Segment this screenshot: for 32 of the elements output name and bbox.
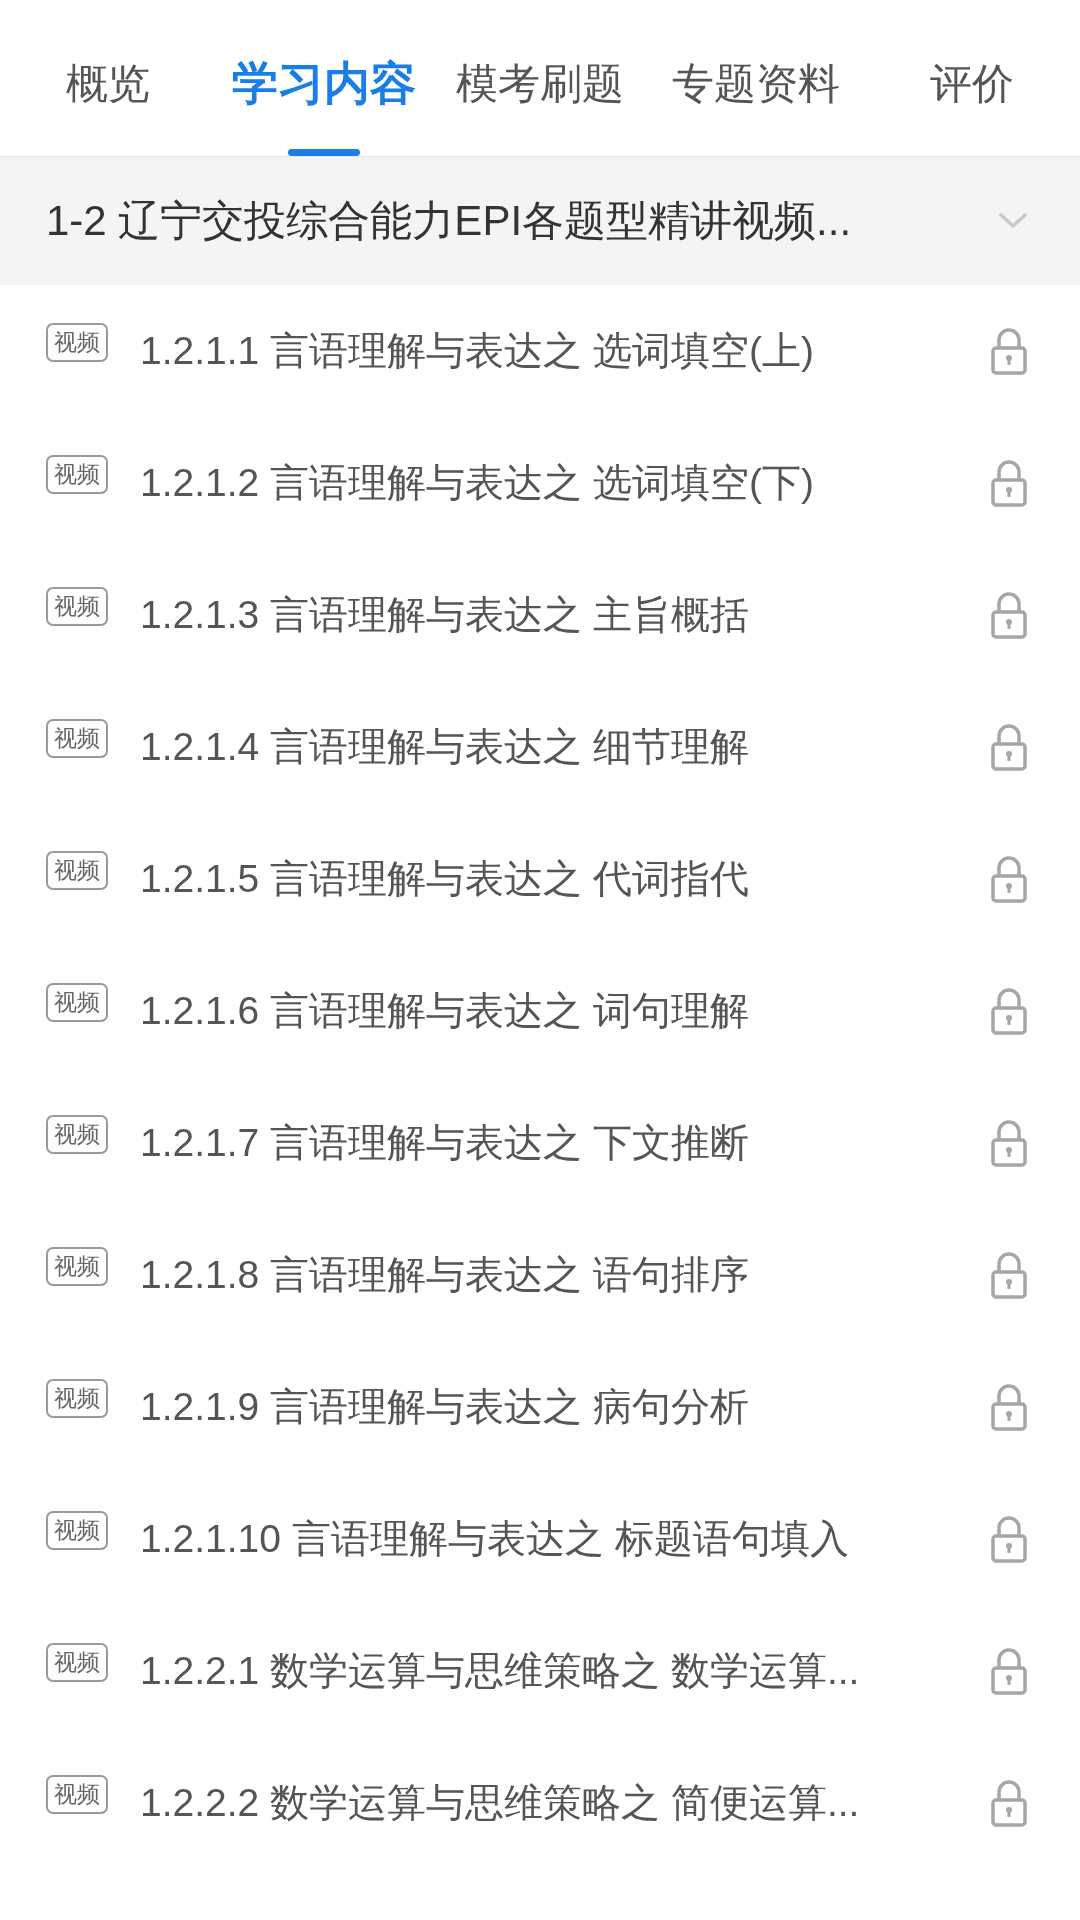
- lesson-title[interactable]: 1.2.1.8 言语理解与表达之 语句排序: [140, 1248, 990, 1302]
- tab[interactable]: 概览: [0, 0, 216, 156]
- video-tag: 视频: [46, 1642, 108, 1682]
- lesson-title[interactable]: 1.2.1.2 言语理解与表达之 选词填空(下): [140, 456, 990, 510]
- lesson-title[interactable]: 1.2.1.7 言语理解与表达之 下文推断: [140, 1116, 990, 1170]
- video-tag: 视频: [46, 586, 108, 626]
- lesson-title[interactable]: 1.2.1.3 言语理解与表达之 主旨概括: [140, 588, 990, 642]
- lesson-title[interactable]: 1.2.2.1 数学运算与思维策略之 数学运算...: [140, 1644, 990, 1698]
- lesson-title[interactable]: 1.2.1.1 言语理解与表达之 选词填空(上): [140, 324, 990, 378]
- video-tag: 视频: [46, 718, 108, 758]
- chapter-header[interactable]: 1-2 辽宁交投综合能力EPI各题型精讲视频...: [0, 157, 1080, 285]
- lesson-title[interactable]: 1.2.1.9 言语理解与表达之 病句分析: [140, 1380, 990, 1434]
- tab[interactable]: 学习内容: [216, 0, 432, 156]
- video-tag: 视频: [46, 850, 108, 890]
- video-tag: 视频: [46, 1114, 108, 1154]
- video-tag: 视频: [46, 1774, 108, 1814]
- lesson-title[interactable]: 1.2.2.2 数学运算与思维策略之 简便运算...: [140, 1776, 990, 1830]
- tab[interactable]: 模考刷题: [432, 0, 648, 156]
- video-tag: 视频: [46, 1510, 108, 1550]
- video-tag: 视频: [46, 1378, 108, 1418]
- video-tag: 视频: [46, 454, 108, 494]
- video-tag: 视频: [46, 322, 108, 362]
- tab[interactable]: 评价: [864, 0, 1080, 156]
- lesson-title[interactable]: 1.2.1.4 言语理解与表达之 细节理解: [140, 720, 990, 774]
- lesson-title[interactable]: 1.2.1.6 言语理解与表达之 词句理解: [140, 984, 990, 1038]
- tab-indicator: [288, 149, 360, 156]
- video-tag: 视频: [46, 1246, 108, 1286]
- chapter-title: 1-2 辽宁交投综合能力EPI各题型精讲视频...: [46, 196, 852, 246]
- lesson-title[interactable]: 1.2.1.5 言语理解与表达之 代词指代: [140, 852, 990, 906]
- lesson-title[interactable]: 1.2.1.10 言语理解与表达之 标题语句填入: [140, 1512, 990, 1566]
- video-tag: 视频: [46, 982, 108, 1022]
- tab[interactable]: 专题资料: [648, 0, 864, 156]
